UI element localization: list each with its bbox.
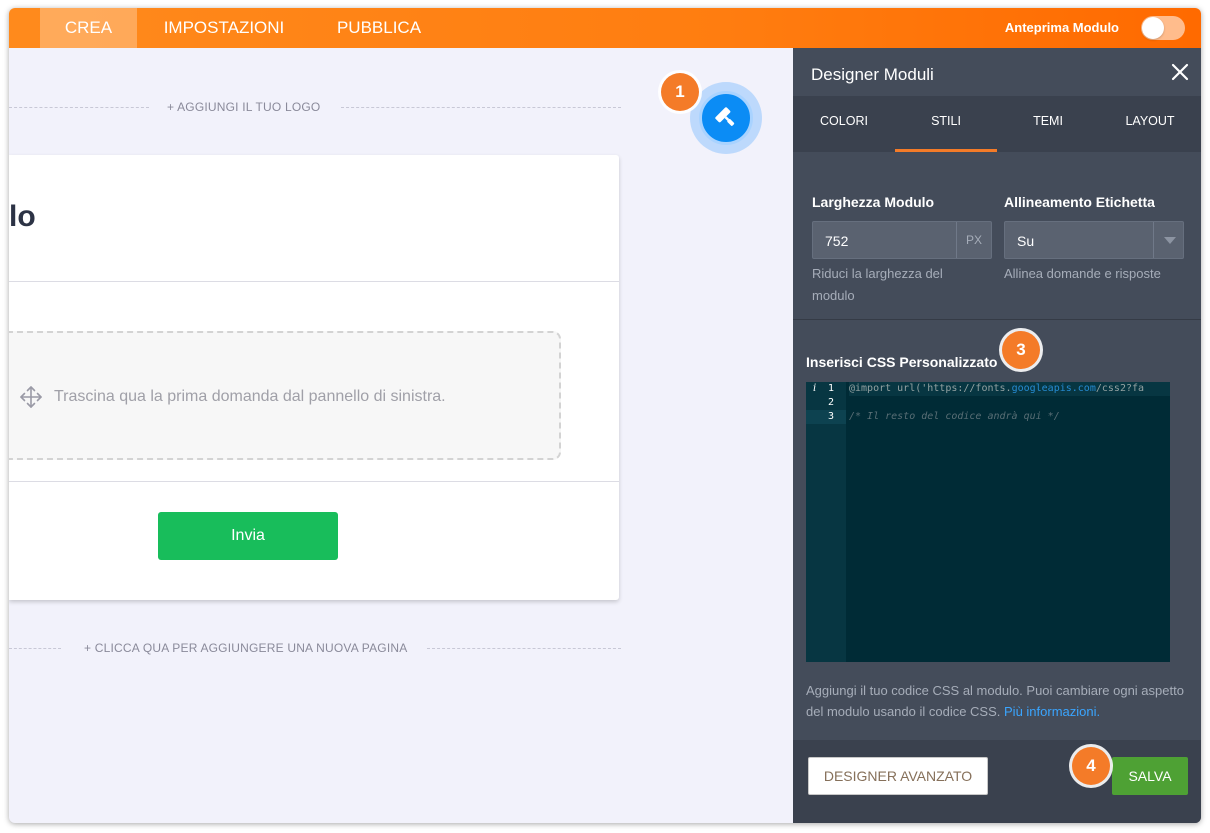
- panel-footer: DESIGNER AVANZATO SALVA: [793, 740, 1201, 823]
- save-button[interactable]: SALVA: [1112, 757, 1188, 795]
- tab-crea[interactable]: CREA: [40, 8, 137, 48]
- custom-css-section: Inserisci CSS Personalizzato i 1 2 3 @im…: [793, 320, 1201, 740]
- custom-css-label: Inserisci CSS Personalizzato: [806, 354, 998, 370]
- dropzone-text: Trascina qua la prima domanda dal pannel…: [54, 388, 446, 405]
- step-badge-1: 1: [661, 73, 699, 111]
- css-code-editor[interactable]: i 1 2 3 @import url('https://fonts.googl…: [806, 382, 1170, 662]
- card-divider-top: [9, 281, 619, 282]
- form-width-value: 752: [825, 233, 849, 249]
- editor-gutter: i 1 2 3: [806, 382, 846, 662]
- paint-roller-icon: [715, 107, 735, 126]
- move-arrows-icon: [20, 386, 42, 408]
- panel-title: Designer Moduli: [811, 65, 934, 84]
- tab-impostazioni[interactable]: IMPOSTAZIONI: [149, 8, 299, 48]
- info-icon[interactable]: i: [813, 383, 816, 394]
- panel-header: Designer Moduli: [793, 48, 1201, 96]
- form-width-input[interactable]: 752 PX: [812, 221, 992, 259]
- logo-dashed-line-left: [9, 107, 149, 108]
- chevron-down-icon: [1153, 222, 1183, 258]
- width-unit: PX: [956, 222, 991, 258]
- add-new-page-link[interactable]: + CLICCA QUA PER AGGIUNGERE UNA NUOVA PA…: [84, 641, 407, 655]
- form-designer-panel: Designer Moduli COLORI STILI TEMI LAYOUT…: [793, 48, 1201, 823]
- form-designer-button[interactable]: [699, 91, 753, 145]
- preview-toggle[interactable]: [1141, 16, 1185, 40]
- top-navigation-bar: CREA IMPOSTAZIONI PUBBLICA Anteprima Mod…: [9, 8, 1201, 48]
- label-alignment-help: Allinea domande e risposte: [1004, 266, 1161, 281]
- form-card: lo Trascina qua la prima domanda dal pan…: [9, 155, 619, 600]
- width-and-alignment-section: Larghezza Modulo 752 PX Riduci la larghe…: [793, 152, 1201, 320]
- submit-button[interactable]: Invia: [158, 512, 338, 560]
- gutter-line-3: 3: [806, 410, 846, 424]
- label-alignment-label: Allineamento Etichetta: [1004, 194, 1155, 210]
- advanced-designer-button[interactable]: DESIGNER AVANZATO: [808, 757, 988, 795]
- form-width-label: Larghezza Modulo: [812, 194, 935, 210]
- gutter-line-1: i 1: [813, 383, 834, 394]
- tab-colori[interactable]: COLORI: [793, 96, 895, 152]
- newpage-dashed-line-left: [9, 648, 61, 649]
- card-divider-bottom: [9, 481, 619, 482]
- code-line-1: @import url('https://fonts.googleapis.co…: [849, 382, 1170, 396]
- tab-layout[interactable]: LAYOUT: [1099, 96, 1201, 152]
- code-line-3: /* Il resto del codice andrà qui */: [849, 411, 1060, 422]
- step-badge-3: 3: [1002, 331, 1040, 369]
- label-alignment-select[interactable]: Su: [1004, 221, 1184, 259]
- more-info-link[interactable]: Più informazioni.: [1004, 704, 1100, 719]
- custom-css-help: Aggiungi il tuo codice CSS al modulo. Pu…: [806, 683, 1184, 719]
- preview-toggle-label: Anteprima Modulo: [1004, 20, 1119, 35]
- close-icon[interactable]: [1171, 63, 1189, 81]
- form-width-help: Riduci la larghezza del modulo: [812, 266, 943, 303]
- step-badge-4: 4: [1072, 747, 1110, 785]
- designer-tabs: COLORI STILI TEMI LAYOUT: [793, 96, 1201, 152]
- tab-temi[interactable]: TEMI: [997, 96, 1099, 152]
- gutter-line-2: 2: [827, 397, 834, 408]
- app-window: CREA IMPOSTAZIONI PUBBLICA Anteprima Mod…: [9, 8, 1201, 823]
- toggle-knob: [1142, 17, 1164, 39]
- logo-dashed-line-right: [341, 107, 621, 108]
- tab-pubblica[interactable]: PUBBLICA: [327, 8, 431, 48]
- tab-stili[interactable]: STILI: [895, 96, 997, 152]
- add-logo-link[interactable]: + AGGIUNGI IL TUO LOGO: [167, 100, 320, 114]
- question-dropzone[interactable]: Trascina qua la prima domanda dal pannel…: [9, 331, 561, 460]
- form-title[interactable]: lo: [9, 200, 36, 234]
- newpage-dashed-line-right: [427, 648, 621, 649]
- label-alignment-value: Su: [1017, 233, 1035, 249]
